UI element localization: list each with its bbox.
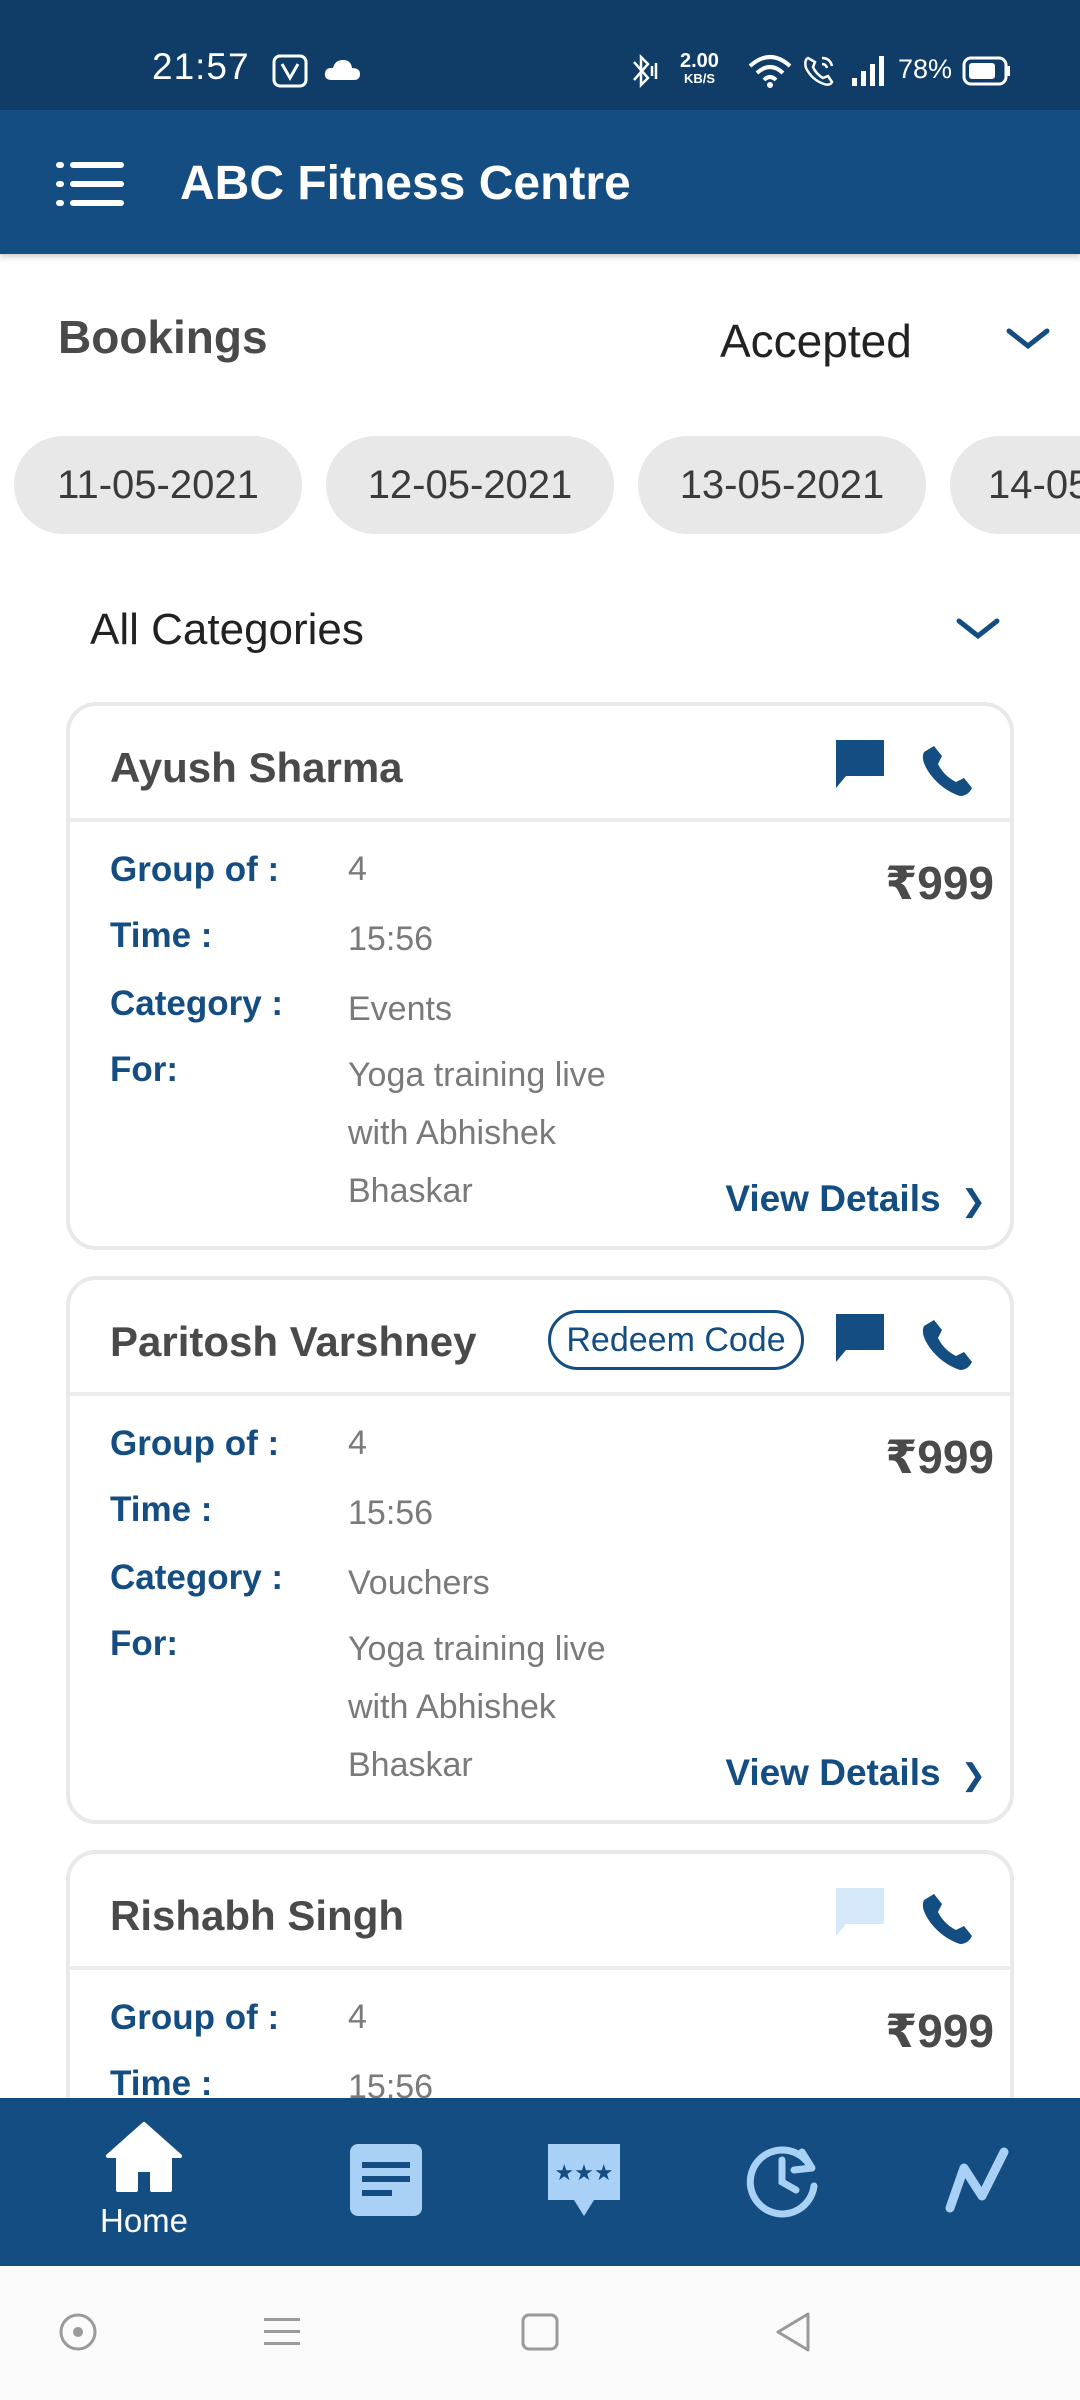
battery-percentage: 78%: [898, 54, 953, 84]
for-label: For:: [110, 1624, 179, 1663]
nav-home-label: Home: [99, 2202, 189, 2239]
bottom-navigation: Home ★★★: [0, 2098, 1080, 2266]
message-icon[interactable]: [834, 1312, 886, 1364]
phone-call-icon[interactable]: [920, 742, 976, 798]
booking-card: Ayush Sharma Group of : 4 ₹999 Time : 15…: [66, 702, 1014, 1250]
category-dropdown-value: All Categories: [90, 605, 364, 654]
view-details-link[interactable]: View Details ❯: [725, 1752, 986, 1794]
group-value: 4: [348, 850, 367, 888]
chevron-down-icon: [1006, 328, 1050, 350]
page-title: Bookings: [58, 311, 268, 363]
wifi-icon: [748, 55, 792, 88]
date-chip[interactable]: 12-05-2021: [326, 436, 614, 534]
chevron-right-icon: ❯: [960, 1759, 986, 1792]
booking-price: ₹999: [885, 1431, 994, 1483]
category-dropdown[interactable]: All Categories: [60, 585, 1020, 675]
reviews-icon: ★★★: [548, 2144, 620, 2216]
recent-apps-icon[interactable]: [262, 2310, 302, 2354]
nav-bookings[interactable]: [306, 2098, 466, 2266]
status-time: 21:57: [152, 46, 250, 87]
time-label: Time :: [110, 916, 213, 955]
signal-icon: [852, 56, 884, 86]
network-speed-value: 2.00: [680, 50, 719, 72]
date-chip[interactable]: 11-05-2021: [14, 436, 302, 534]
booking-card-header: Paritosh Varshney Redeem Code: [70, 1280, 1010, 1396]
customer-name: Paritosh Varshney: [110, 1318, 477, 1365]
network-speed: 2.00 KB/S: [680, 50, 719, 88]
home-button-icon[interactable]: [518, 2310, 562, 2354]
booking-price: ₹999: [885, 2005, 994, 2057]
date-chip[interactable]: 13-05-2021: [638, 436, 926, 534]
group-label: Group of :: [110, 850, 280, 889]
date-chip[interactable]: 14-05-2021: [950, 436, 1080, 534]
message-icon[interactable]: [834, 1886, 886, 1938]
document-icon: [350, 2144, 422, 2216]
nav-history[interactable]: [702, 2098, 862, 2266]
view-details-link[interactable]: View Details ❯: [725, 1178, 986, 1220]
network-speed-unit: KB/S: [683, 71, 715, 86]
status-dropdown-value: Accepted: [720, 315, 912, 367]
history-icon: [746, 2146, 818, 2218]
chevron-down-icon: [956, 618, 1000, 640]
for-value: Yoga training live with Abhishek Bhaskar: [348, 1056, 606, 1210]
svg-text:★★★: ★★★: [554, 2161, 613, 2186]
battery-icon: [962, 56, 1010, 86]
category-value: Vouchers: [348, 1564, 490, 1602]
group-value: 4: [348, 1998, 367, 2036]
phone-call-icon[interactable]: [920, 1890, 976, 1946]
message-icon[interactable]: [834, 738, 886, 790]
analytics-icon: [945, 2147, 1009, 2213]
nav-reviews[interactable]: ★★★: [504, 2098, 664, 2266]
back-icon[interactable]: [772, 2310, 816, 2354]
customer-name: Rishabh Singh: [110, 1892, 404, 1939]
nav-analytics[interactable]: [900, 2098, 1060, 2266]
for-value: Yoga training live with Abhishek Bhaskar: [348, 1630, 606, 1784]
phone-call-icon[interactable]: [920, 1316, 976, 1372]
nav-home[interactable]: Home: [64, 2098, 224, 2266]
group-value: 4: [348, 1424, 367, 1462]
booking-card-header: Ayush Sharma: [70, 706, 1010, 822]
group-label: Group of :: [110, 1424, 280, 1463]
cloud-icon: [324, 60, 360, 80]
chevron-right-icon: ❯: [960, 1185, 986, 1218]
status-dropdown[interactable]: Accepted: [700, 300, 1050, 380]
app-notification-icon: [272, 54, 308, 88]
hamburger-menu-icon[interactable]: [56, 162, 124, 206]
app-title: ABC Fitness Centre: [180, 157, 631, 210]
date-selector: 11-05-2021 12-05-2021 13-05-2021 14-05-2…: [0, 436, 1080, 534]
app-bar: ABC Fitness Centre: [0, 110, 1080, 254]
for-label: For:: [110, 1050, 179, 1089]
time-value: 15:56: [348, 920, 434, 958]
redeem-code-button[interactable]: Redeem Code: [548, 1310, 804, 1370]
view-details-label: View Details: [725, 1178, 941, 1219]
assistant-icon[interactable]: [56, 2310, 100, 2354]
status-bar: 21:57 2.00 KB/S 78%: [0, 0, 1080, 110]
booking-card-header: Rishabh Singh: [70, 1854, 1010, 1970]
category-label: Category :: [110, 984, 284, 1023]
group-label: Group of :: [110, 1998, 280, 2037]
home-icon: [106, 2122, 182, 2192]
category-value: Events: [348, 990, 452, 1028]
customer-name: Ayush Sharma: [110, 744, 403, 791]
view-details-label: View Details: [725, 1752, 941, 1793]
time-label: Time :: [110, 1490, 213, 1529]
booking-card: Paritosh Varshney Redeem Code Group of :…: [66, 1276, 1014, 1824]
time-value: 15:56: [348, 1494, 434, 1532]
bluetooth-icon: [633, 54, 658, 88]
category-label: Category :: [110, 1558, 284, 1597]
booking-price: ₹999: [885, 857, 994, 909]
system-navigation-bar: [0, 2266, 1080, 2400]
wifi-calling-icon: [804, 56, 834, 86]
